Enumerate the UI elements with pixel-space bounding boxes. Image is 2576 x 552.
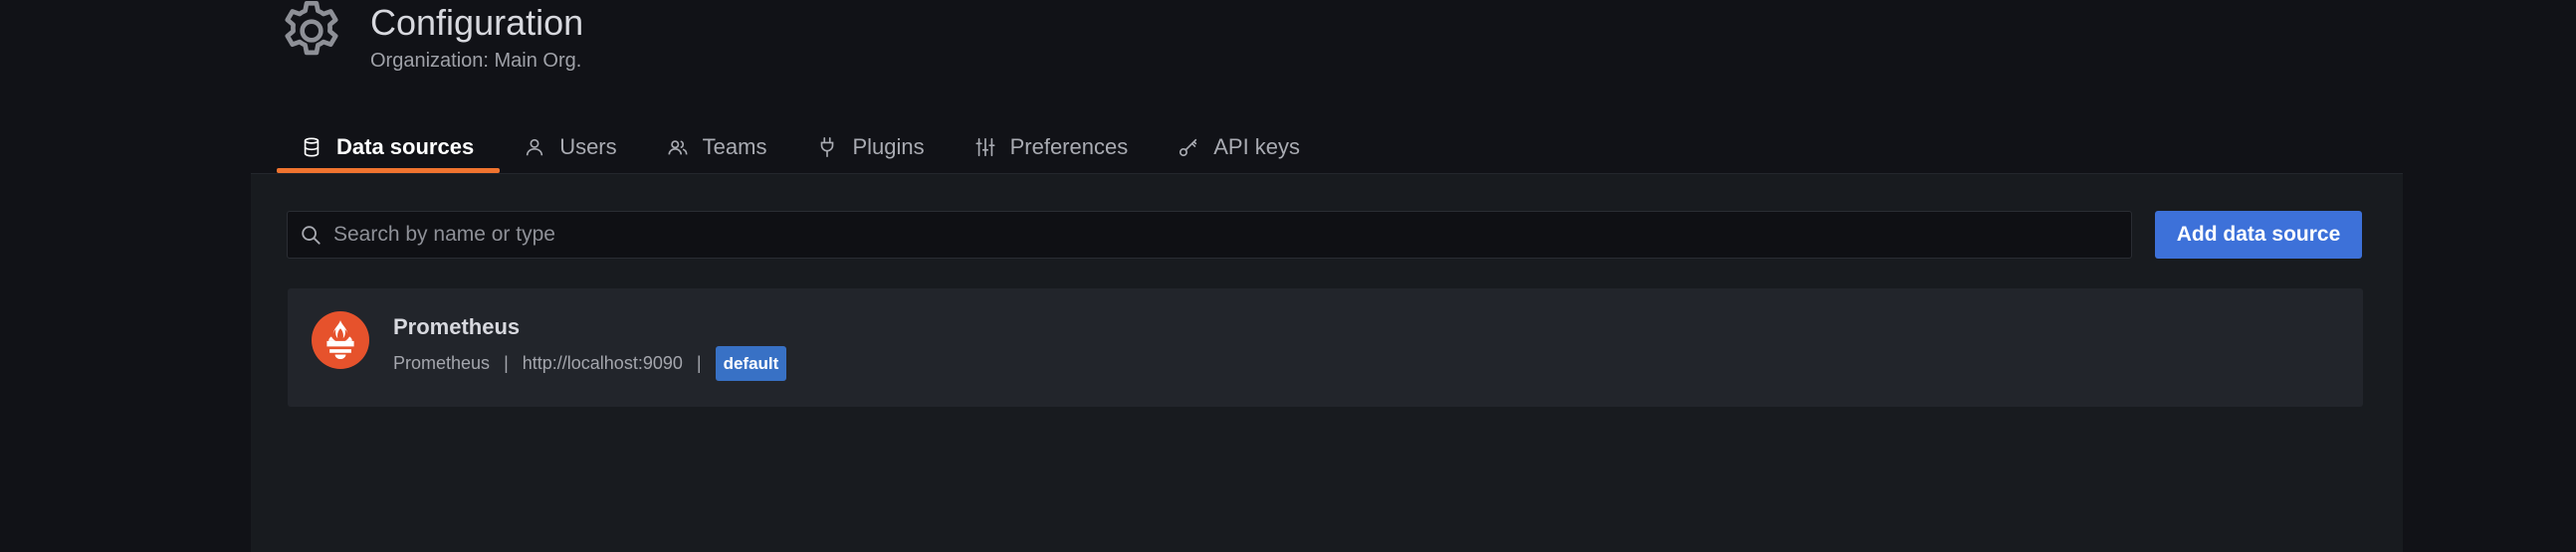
data-sources-panel: Add data source Prometheus Prometheus | … (251, 173, 2403, 552)
plug-icon (821, 137, 834, 157)
users-icon (668, 140, 688, 155)
tab-data-sources[interactable]: Data sources (277, 127, 501, 173)
meta-separator: | (696, 353, 702, 373)
search-box[interactable] (287, 211, 2132, 259)
key-icon (1180, 138, 1197, 157)
tab-teams[interactable]: Teams (643, 127, 793, 167)
page-subtitle: Organization: Main Org. (370, 50, 582, 72)
page-title: Configuration (370, 2, 584, 43)
page-header: Configuration Organization: Main Org. (277, 0, 583, 80)
tab-users[interactable]: Users (500, 127, 642, 167)
tab-label: API keys (1213, 134, 1301, 159)
meta-separator: | (504, 353, 509, 373)
prometheus-logo (312, 311, 369, 369)
tab-bar: Data sources Users Teams Plugins Prefere… (277, 127, 1326, 173)
configuration-page: Configuration Organization: Main Org. Da… (0, 0, 2576, 552)
gear-icon (277, 0, 346, 66)
tab-label: Plugins (852, 134, 925, 159)
tab-label: Teams (702, 134, 767, 159)
tab-label: Users (559, 134, 617, 159)
tab-plugins[interactable]: Plugins (792, 127, 950, 167)
datasource-meta: Prometheus | http://localhost:9090 | def… (393, 346, 787, 381)
tab-preferences[interactable]: Preferences (951, 127, 1155, 167)
sliders-icon (975, 137, 995, 157)
search-input[interactable] (331, 212, 2131, 258)
datasource-url: http://localhost:9090 (522, 353, 683, 373)
user-icon (527, 138, 543, 156)
default-badge: default (715, 346, 787, 381)
datasource-card-prometheus[interactable]: Prometheus Prometheus | http://localhost… (288, 288, 2363, 407)
datasource-name: Prometheus (393, 314, 521, 339)
add-data-source-button[interactable]: Add data source (2155, 211, 2362, 259)
database-icon (304, 137, 320, 157)
tab-label: Preferences (1009, 134, 1129, 159)
search-icon (302, 226, 321, 245)
tab-label: Data sources (336, 134, 475, 159)
tab-api-keys[interactable]: API keys (1154, 127, 1326, 167)
datasource-type: Prometheus (393, 353, 491, 373)
